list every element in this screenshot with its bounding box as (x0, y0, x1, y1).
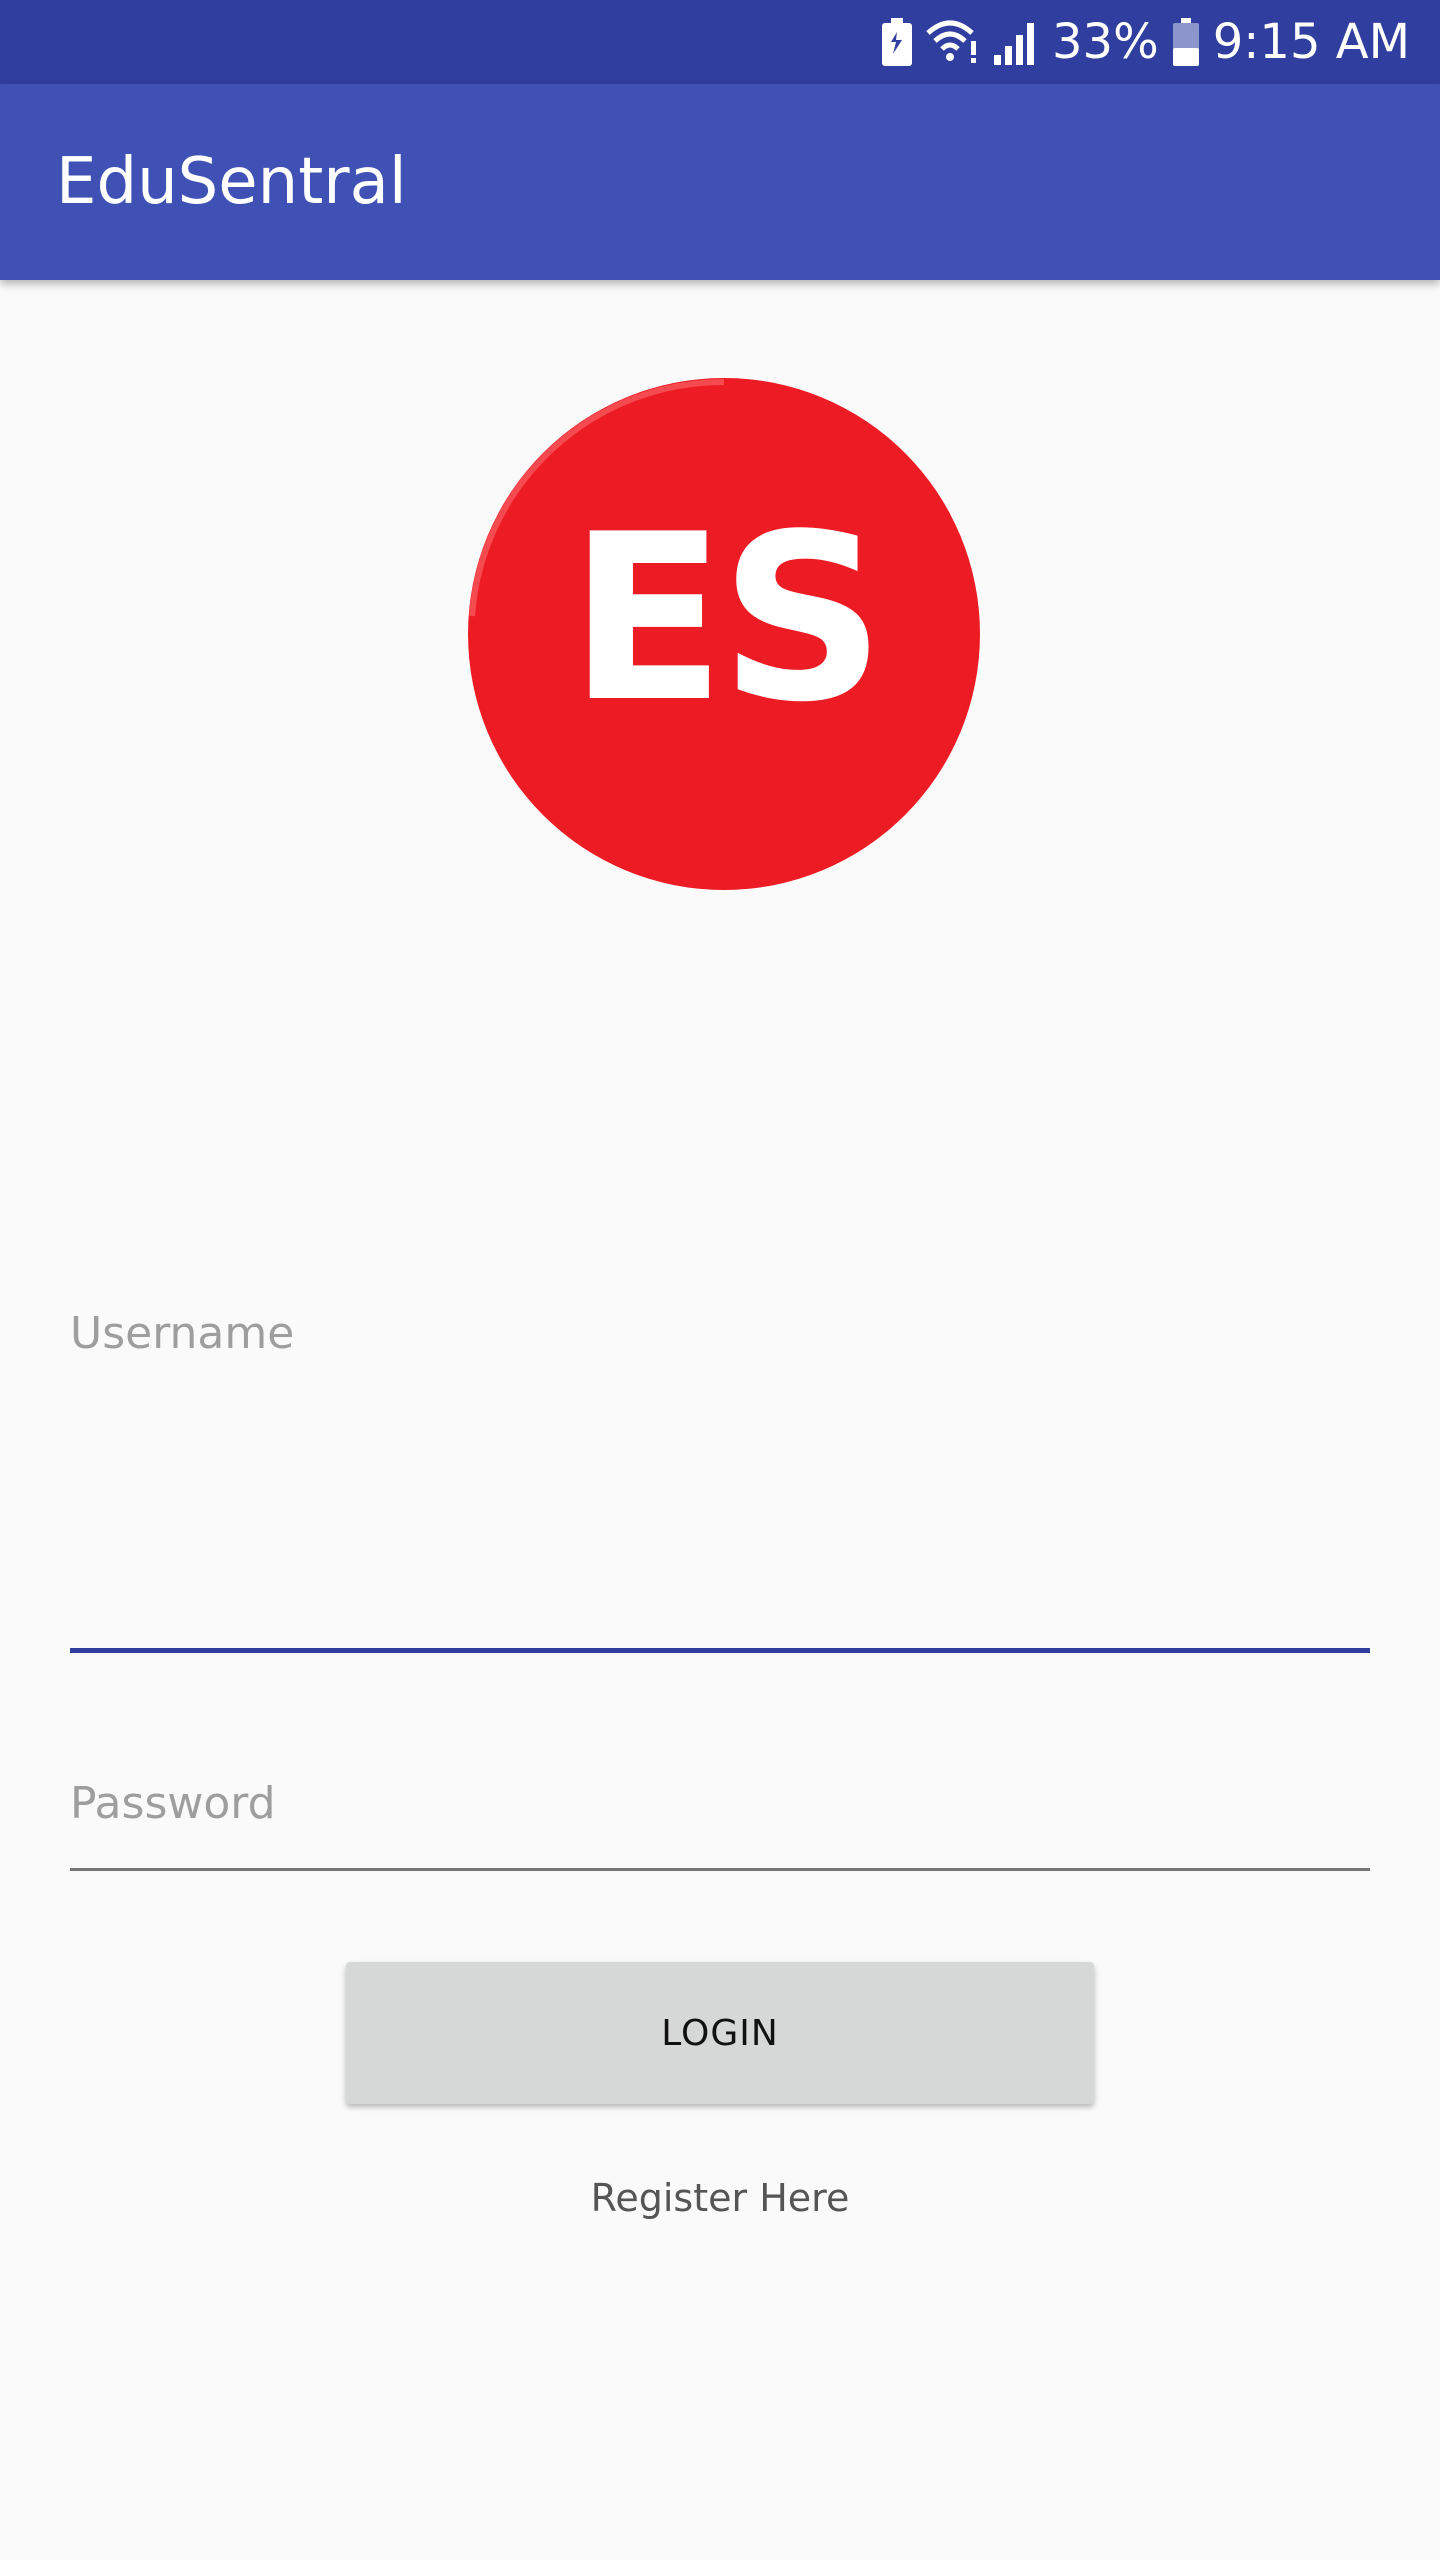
password-placeholder: Password (70, 1778, 276, 1829)
app-logo: ES (466, 376, 982, 892)
battery-icon (1172, 18, 1199, 66)
signal-icon (992, 19, 1038, 65)
logo-text: ES (569, 486, 880, 753)
battery-saver-icon (882, 18, 913, 66)
login-button[interactable]: LOGIN (346, 1962, 1094, 2104)
username-field[interactable]: Username (70, 1300, 1370, 1660)
status-bar: 33% 9:15 AM (0, 0, 1440, 84)
status-icons: 33% 9:15 AM (882, 0, 1410, 84)
app-title: EduSentral (56, 145, 407, 219)
password-underline (70, 1868, 1370, 1871)
wifi-icon (926, 19, 978, 65)
clock: 9:15 AM (1212, 14, 1410, 70)
username-placeholder: Username (70, 1308, 295, 1359)
password-field[interactable]: Password (70, 1770, 1370, 1880)
register-link[interactable]: Register Here (0, 2176, 1440, 2220)
username-underline (70, 1648, 1370, 1653)
battery-percent: 33% (1052, 14, 1159, 70)
app-bar: EduSentral (0, 84, 1440, 280)
